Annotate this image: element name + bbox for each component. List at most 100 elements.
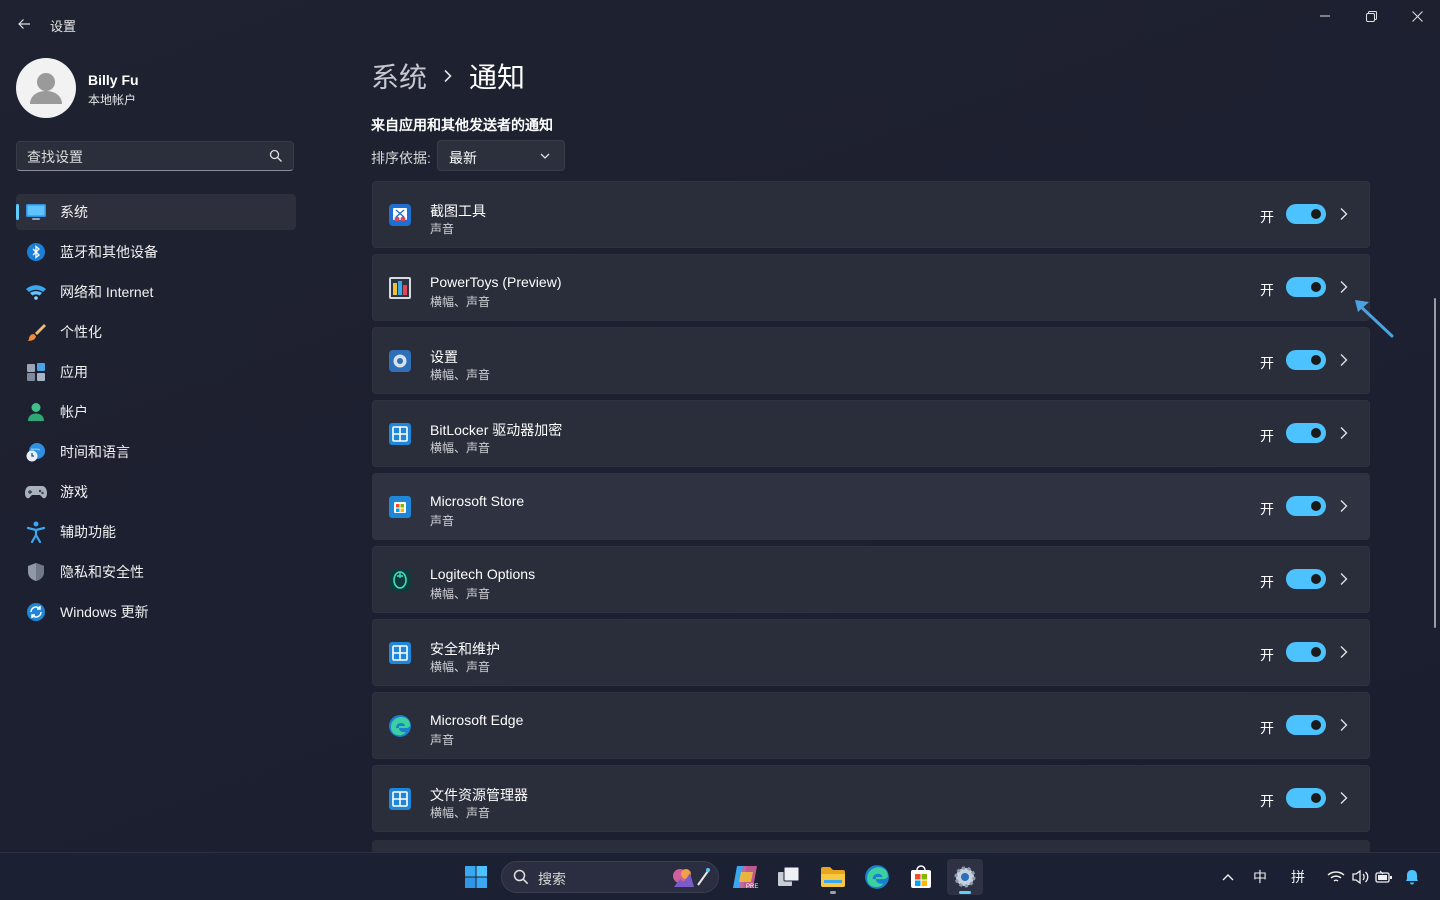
taskbar-search-text: 搜索 <box>538 871 566 887</box>
app-name: Logitech Options <box>430 566 536 582</box>
app-row-file-explorer[interactable]: 文件资源管理器 横幅、声音 开 <box>372 765 1370 832</box>
chevron-right-icon[interactable] <box>1339 499 1349 513</box>
breadcrumb-parent[interactable]: 系统 <box>371 56 427 96</box>
notification-toggle[interactable] <box>1286 642 1326 662</box>
app-notification-types: 声音 <box>430 733 455 747</box>
notification-toggle[interactable] <box>1286 277 1326 297</box>
toggle-knob <box>1311 793 1321 803</box>
edge-taskbar-button[interactable] <box>859 859 895 895</box>
section-title: 来自应用和其他发送者的通知 <box>371 117 553 133</box>
search-input[interactable] <box>17 142 269 172</box>
toggle-knob <box>1311 355 1321 365</box>
close-button[interactable] <box>1394 0 1440 32</box>
notification-toggle[interactable] <box>1286 496 1326 516</box>
active-indicator <box>959 891 971 894</box>
app-row-powertoys[interactable]: PowerToys (Preview) 横幅、声音 开 <box>372 254 1370 321</box>
search-icon[interactable] <box>269 149 283 163</box>
update-icon <box>25 601 47 623</box>
back-arrow-icon <box>18 19 30 29</box>
profile-account-type: 本地帐户 <box>88 93 137 107</box>
minimize-button[interactable] <box>1302 0 1348 32</box>
app-name: Microsoft Store <box>430 493 525 509</box>
sidebar-item-accounts[interactable]: 帐户 <box>16 394 296 430</box>
toggle-state-label: 开 <box>1260 282 1274 298</box>
app-row-security-maintenance[interactable]: 安全和维护 横幅、声音 开 <box>372 619 1370 686</box>
copilot-button[interactable]: PRE <box>727 859 763 895</box>
sidebar-item-time-language[interactable]: 时间和语言 <box>16 434 296 470</box>
toggle-state-label: 开 <box>1260 209 1274 225</box>
task-view-button[interactable] <box>771 859 807 895</box>
sidebar-item-personalization[interactable]: 个性化 <box>16 314 296 350</box>
sidebar-item-label: 时间和语言 <box>60 444 130 460</box>
sort-label: 排序依据: <box>371 150 431 166</box>
store-taskbar-button[interactable] <box>903 859 939 895</box>
sidebar-item-system[interactable]: 系统 <box>16 194 296 230</box>
notification-toggle[interactable] <box>1286 715 1326 735</box>
sidebar-item-windows-update[interactable]: Windows 更新 <box>16 594 296 630</box>
sidebar-item-bluetooth[interactable]: 蓝牙和其他设备 <box>16 234 296 270</box>
notification-toggle[interactable] <box>1286 204 1326 224</box>
toggle-knob <box>1311 282 1321 292</box>
chevron-right-icon[interactable] <box>1339 426 1349 440</box>
sidebar-item-network[interactable]: 网络和 Internet <box>16 274 296 310</box>
svg-text:PRE: PRE <box>746 884 758 890</box>
sidebar-item-accessibility[interactable]: 辅助功能 <box>16 514 296 550</box>
app-name: PowerToys (Preview) <box>430 274 562 290</box>
sidebar-item-apps[interactable]: 应用 <box>16 354 296 390</box>
apps-icon <box>25 361 47 383</box>
quick-settings-button[interactable] <box>1324 867 1396 887</box>
windows-app-icon <box>389 423 411 445</box>
minimize-icon <box>1320 15 1330 17</box>
notification-toggle[interactable] <box>1286 788 1326 808</box>
notification-center-button[interactable] <box>1402 867 1422 887</box>
app-row-logitech-options[interactable]: Logitech Options 横幅、声音 开 <box>372 546 1370 613</box>
chevron-right-icon[interactable] <box>1339 645 1349 659</box>
app-name: BitLocker 驱动器加密 <box>430 422 563 438</box>
edge-icon <box>865 865 889 889</box>
monitor-icon <box>25 201 47 223</box>
store-icon <box>389 496 411 518</box>
windows-app-icon <box>389 642 411 664</box>
sidebar-item-gaming[interactable]: 游戏 <box>16 474 296 510</box>
show-hidden-icons-button[interactable] <box>1218 867 1238 887</box>
start-button[interactable] <box>458 859 494 895</box>
notification-toggle[interactable] <box>1286 569 1326 589</box>
app-row-microsoft-store[interactable]: Microsoft Store 声音 开 <box>372 473 1370 540</box>
windows-app-icon <box>389 788 411 810</box>
taskbar-search[interactable]: 搜索 <box>501 861 719 893</box>
sidebar-item-label: 个性化 <box>60 324 102 340</box>
chevron-right-icon[interactable] <box>1339 207 1349 221</box>
settings-search-box[interactable] <box>16 141 294 172</box>
chevron-right-icon[interactable] <box>1339 280 1349 294</box>
accessibility-icon <box>25 521 47 543</box>
app-notification-types: 横幅、声音 <box>430 441 491 455</box>
notification-toggle[interactable] <box>1286 350 1326 370</box>
content-scrollbar[interactable] <box>1434 298 1436 628</box>
sort-dropdown[interactable]: 最新 <box>437 140 565 171</box>
toggle-state-label: 开 <box>1260 574 1274 590</box>
chevron-right-icon[interactable] <box>1339 791 1349 805</box>
chevron-right-icon[interactable] <box>1339 572 1349 586</box>
sidebar-item-privacy-security[interactable]: 隐私和安全性 <box>16 554 296 590</box>
ime-language-indicator[interactable]: 中 <box>1248 867 1272 887</box>
ime-mode-indicator[interactable]: 拼 <box>1286 867 1310 887</box>
settings-taskbar-button[interactable] <box>947 859 983 895</box>
clock-globe-icon <box>25 441 47 463</box>
notification-toggle[interactable] <box>1286 423 1326 443</box>
edge-icon <box>389 715 411 737</box>
paintbrush-icon <box>25 321 47 343</box>
app-row-settings[interactable]: 设置 横幅、声音 开 <box>372 327 1370 394</box>
chevron-down-icon <box>540 153 550 159</box>
app-row-bitlocker[interactable]: BitLocker 驱动器加密 横幅、声音 开 <box>372 400 1370 467</box>
settings-gear-icon <box>954 866 976 888</box>
toggle-knob <box>1311 720 1321 730</box>
chevron-right-icon[interactable] <box>1339 718 1349 732</box>
app-row-snipping-tool[interactable]: 截图工具 声音 开 <box>372 181 1370 248</box>
chevron-right-icon[interactable] <box>1339 353 1349 367</box>
file-explorer-button[interactable] <box>815 859 851 895</box>
toggle-state-label: 开 <box>1260 793 1274 809</box>
restore-button[interactable] <box>1348 0 1394 32</box>
user-profile[interactable]: Billy Fu 本地帐户 <box>16 58 296 118</box>
app-row-microsoft-edge[interactable]: Microsoft Edge 声音 开 <box>372 692 1370 759</box>
back-button[interactable] <box>10 10 38 38</box>
